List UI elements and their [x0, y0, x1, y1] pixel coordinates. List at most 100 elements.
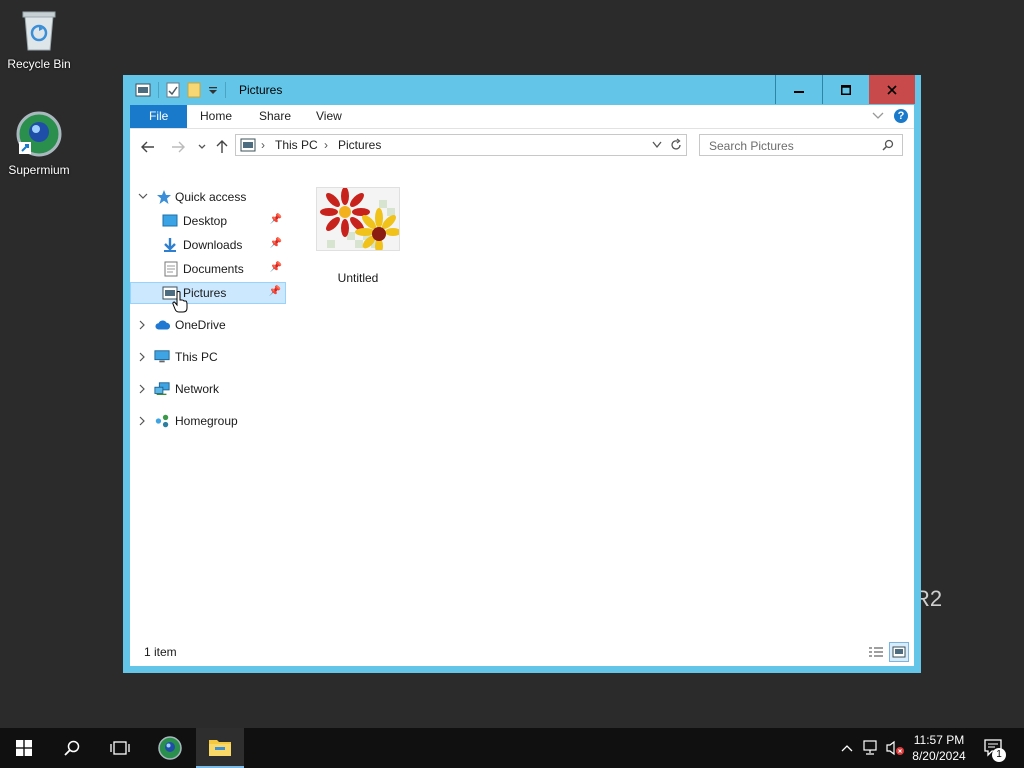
- nav-item-desktop[interactable]: Desktop 📌: [130, 210, 286, 232]
- search-box[interactable]: Search Pictures: [699, 134, 903, 156]
- volume-muted-icon: [886, 740, 904, 756]
- nav-item-homegroup[interactable]: Homegroup: [130, 410, 286, 432]
- action-center-button[interactable]: 1: [980, 728, 1008, 768]
- chevron-down-icon[interactable]: [138, 193, 148, 200]
- nav-item-onedrive[interactable]: OneDrive: [130, 314, 286, 336]
- nav-item-label: Documents: [183, 262, 244, 276]
- volume-tray-button[interactable]: [884, 728, 906, 768]
- file-item-untitled[interactable]: Untitled: [313, 187, 403, 285]
- folder-view-icon[interactable]: [135, 83, 151, 97]
- large-icons-view-button[interactable]: [889, 642, 909, 662]
- toolbar-separator: [225, 82, 226, 98]
- expand-ribbon-icon[interactable]: [872, 112, 884, 120]
- clock-time: 11:57 PM: [913, 733, 965, 747]
- taskbar-supermium[interactable]: [146, 728, 194, 768]
- refresh-icon[interactable]: [669, 138, 683, 152]
- file-explorer-icon: [209, 740, 231, 756]
- nav-item-this-pc[interactable]: This PC: [130, 346, 286, 368]
- desktop-icon-label: Supermium: [8, 163, 70, 177]
- file-list[interactable]: Untitled: [298, 163, 914, 633]
- pin-icon[interactable]: 📌: [270, 262, 282, 273]
- large-icons-view-icon: [892, 646, 906, 658]
- network-status-icon: [863, 740, 877, 755]
- recent-locations-button[interactable]: [193, 138, 211, 156]
- maximize-button[interactable]: [822, 75, 868, 104]
- downloads-arrow-icon: [164, 238, 176, 252]
- ribbon-right-controls: ?: [872, 109, 908, 123]
- nav-item-label: Network: [175, 382, 220, 396]
- nav-item-documents[interactable]: Documents 📌: [130, 258, 286, 280]
- breadcrumb-this-pc[interactable]: This PC: [275, 138, 318, 152]
- details-view-button[interactable]: [866, 642, 886, 662]
- arrow-right-icon: [172, 141, 185, 153]
- file-explorer-window: Pictures File Home Share View ? › This P…: [123, 75, 921, 673]
- clock-date: 8/20/2024: [912, 749, 966, 763]
- title-bar[interactable]: Pictures: [123, 75, 921, 105]
- address-history-chevron-icon[interactable]: [652, 141, 662, 149]
- chevron-right-icon[interactable]: [139, 320, 146, 330]
- customize-toolbar-icon[interactable]: [208, 85, 218, 95]
- nav-item-network[interactable]: Network: [130, 378, 286, 400]
- nav-item-label: Desktop: [183, 214, 228, 228]
- task-view-button[interactable]: [96, 728, 144, 768]
- desktop-icon-label: Recycle Bin: [7, 57, 71, 71]
- tab-view[interactable]: View: [303, 105, 355, 128]
- close-button[interactable]: [869, 75, 915, 104]
- breadcrumb-separator: ›: [324, 138, 328, 152]
- status-bar: 1 item: [130, 636, 914, 666]
- nav-item-quick-access[interactable]: Quick access: [130, 186, 286, 208]
- homegroup-icon: [155, 414, 169, 428]
- tab-share[interactable]: Share: [246, 105, 304, 128]
- minimize-button[interactable]: [775, 75, 821, 104]
- computer-icon: [154, 350, 170, 363]
- chevron-right-icon[interactable]: [139, 416, 146, 426]
- desktop-icon-recycle-bin[interactable]: Recycle Bin: [1, 8, 77, 71]
- close-icon: [887, 84, 897, 95]
- nav-item-label: This PC: [175, 350, 218, 364]
- network-icon: [154, 382, 170, 395]
- breadcrumb-pictures[interactable]: Pictures: [338, 138, 381, 152]
- help-icon[interactable]: ?: [894, 109, 908, 123]
- notification-count-badge: 1: [992, 748, 1006, 762]
- desktop-icon-supermium[interactable]: Supermium: [1, 110, 77, 177]
- item-count: 1 item: [144, 645, 177, 659]
- pin-icon[interactable]: 📌: [270, 238, 282, 249]
- pin-icon[interactable]: 📌: [269, 286, 281, 297]
- search-input[interactable]: Search Pictures: [709, 139, 794, 153]
- tab-file[interactable]: File: [130, 105, 188, 128]
- forward-button[interactable]: [169, 138, 187, 156]
- properties-icon[interactable]: [166, 82, 180, 98]
- start-button[interactable]: [0, 728, 48, 768]
- nav-item-downloads[interactable]: Downloads 📌: [130, 234, 286, 256]
- new-folder-icon[interactable]: [187, 82, 201, 98]
- star-icon: [157, 190, 171, 204]
- ribbon-tabs: File Home Share View ?: [130, 105, 914, 129]
- pictures-location-icon: [240, 138, 256, 152]
- network-tray-button[interactable]: [861, 728, 881, 768]
- recycle-bin-icon: [22, 11, 56, 51]
- arrow-left-icon: [141, 141, 154, 153]
- search-taskbar-button[interactable]: [48, 728, 96, 768]
- show-hidden-icons-button[interactable]: [838, 728, 856, 768]
- windows-logo-icon: [16, 740, 32, 756]
- desktop-folder-icon: [162, 214, 178, 227]
- chevron-right-icon[interactable]: [139, 352, 146, 362]
- taskbar-file-explorer[interactable]: [196, 728, 244, 768]
- pin-icon[interactable]: 📌: [270, 214, 282, 225]
- taskbar-clock[interactable]: 11:57 PM 8/20/2024: [905, 732, 973, 764]
- search-icon[interactable]: [882, 139, 894, 151]
- task-view-icon: [110, 741, 130, 755]
- documents-icon: [164, 261, 178, 277]
- tab-home[interactable]: Home: [187, 105, 245, 128]
- image-thumbnail-icon: [316, 187, 400, 251]
- back-button[interactable]: [139, 138, 157, 156]
- chevron-right-icon[interactable]: [139, 384, 146, 394]
- nav-item-pictures[interactable]: Pictures 📌: [130, 282, 286, 304]
- chevron-down-icon: [198, 144, 206, 149]
- navigation-bar: › This PC › Pictures Search Pictures: [130, 129, 914, 163]
- window-client-area: File Home Share View ? › This PC › Pictu…: [130, 105, 914, 666]
- up-button[interactable]: [213, 138, 231, 156]
- nav-item-label: Quick access: [175, 190, 247, 204]
- address-bar[interactable]: › This PC › Pictures: [235, 134, 687, 156]
- chevron-up-icon: [841, 745, 853, 752]
